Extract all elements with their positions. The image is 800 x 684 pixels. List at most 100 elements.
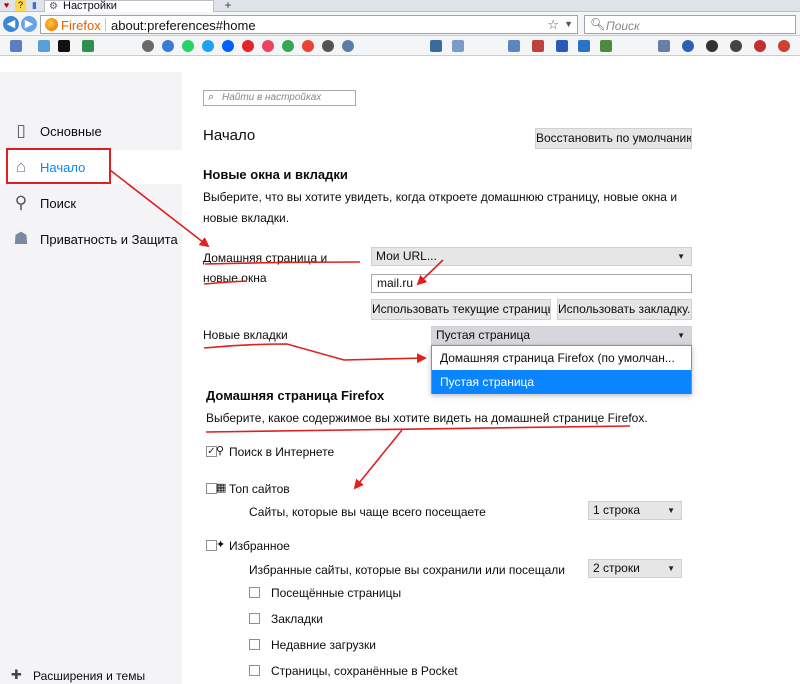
chevron-down-icon: ▼ — [677, 252, 685, 261]
tab-settings[interactable]: ⚙ Настройки — [44, 0, 214, 12]
bookmark-extra-8-icon[interactable] — [658, 40, 670, 52]
mask-icon: ☗ — [13, 229, 29, 248]
chevron-down-icon: ▼ — [667, 506, 675, 515]
search-icon: 🔍︎ — [590, 17, 606, 31]
magnifier-icon: ⚲ — [14, 193, 28, 212]
section-description: Выберите, что вы хотите увидеть, когда о… — [203, 190, 678, 225]
highlights-rows-select[interactable]: 2 строки ▼ — [588, 559, 682, 578]
bookmark-15-icon[interactable] — [342, 40, 354, 52]
nav-bar: ◀ ▶ Firefox about:preferences#home ☆ ▼ 🔍… — [0, 12, 800, 36]
bookmark-10-icon[interactable] — [242, 40, 254, 52]
firefox-logo-icon — [45, 18, 58, 31]
bookmarks-toolbar — [0, 36, 800, 56]
new-tabs-dropdown: Домашняя страница Firefox (по умолчан...… — [431, 345, 692, 394]
visited-pages-checkbox[interactable] — [249, 587, 260, 598]
pocket-pages-label: Страницы, сохранённые в Pocket — [271, 664, 458, 678]
section-heading: Домашняя страница Firefox — [206, 388, 385, 403]
bookmarks-label: Закладки — [271, 612, 323, 626]
sidebar-item-home[interactable]: ⌂ Начало — [0, 150, 182, 184]
bookmark-7-icon[interactable] — [182, 40, 194, 52]
highlights-description: Избранные сайты, которые вы сохранили ил… — [249, 563, 565, 577]
back-button[interactable]: ◀ — [3, 16, 19, 32]
gear-icon: ⚙ — [49, 1, 58, 12]
find-in-settings-input[interactable]: ⌕ Найти в настройках — [203, 90, 356, 106]
phone-icon: ▯ — [16, 121, 26, 140]
heart-icon[interactable]: ♥ — [1, 0, 12, 11]
section-heading: Новые окна и вкладки — [203, 167, 348, 182]
new-tabs-label: Новые вкладки — [203, 328, 288, 342]
bookmark-extra-9-icon[interactable] — [682, 40, 694, 52]
new-tabs-select[interactable]: Пустая страница ▼ — [431, 326, 692, 345]
forward-button[interactable]: ▶ — [21, 16, 37, 32]
bookmarks-checkbox[interactable] — [249, 613, 260, 624]
bookmark-9-icon[interactable] — [222, 40, 234, 52]
bookmark-13-icon[interactable] — [302, 40, 314, 52]
homepage-url-input[interactable]: mail.ru — [371, 274, 692, 293]
sidebar-item-label: Поиск — [40, 196, 77, 211]
recent-downloads-label: Недавние загрузки — [271, 638, 377, 652]
bookmark-extra-4-icon[interactable] — [532, 40, 544, 52]
sidebar-item-general[interactable]: ▯ Основные — [0, 114, 182, 148]
homepage-select[interactable]: Мои URL... ▼ — [371, 247, 692, 266]
url-identity: Firefox — [61, 18, 101, 33]
bookmark-extra-5-icon[interactable] — [556, 40, 568, 52]
dropdown-option-firefox-home[interactable]: Домашняя страница Firefox (по умолчан... — [432, 346, 691, 370]
sidebar-item-label: Расширения и темы — [33, 669, 146, 683]
pocket-pages-checkbox[interactable] — [249, 665, 260, 676]
url-text[interactable]: about:preferences#home — [111, 18, 256, 33]
pin-icon[interactable]: ▮ — [29, 0, 40, 11]
bookmark-2-icon[interactable] — [38, 40, 50, 52]
recent-downloads-checkbox[interactable] — [249, 639, 260, 650]
sidebar-item-privacy[interactable]: ☗ Приватность и Защита — [0, 222, 182, 256]
top-sites-label: Топ сайтов — [229, 482, 290, 496]
bookmark-extra-3-icon[interactable] — [508, 40, 520, 52]
use-bookmark-button[interactable]: Использовать закладку... — [557, 299, 692, 320]
bookmark-extra-1-icon[interactable] — [430, 40, 442, 52]
url-bar[interactable]: Firefox about:preferences#home ☆ ▼ — [40, 15, 578, 34]
chevron-down-icon[interactable]: ▼ — [564, 19, 573, 29]
bookmark-1-icon[interactable] — [10, 40, 22, 52]
web-search-label: Поиск в Интернете — [229, 445, 335, 459]
find-placeholder: Найти в настройках — [222, 92, 322, 103]
bookmark-3-icon[interactable] — [58, 40, 70, 52]
homepage-label: Домашняя страница и новые окна — [203, 251, 328, 285]
visited-pages-label: Посещённые страницы — [271, 586, 402, 600]
new-tabs-select-value: Пустая страница — [436, 328, 531, 342]
section-description: Выберите, какое содержимое вы хотите вид… — [206, 411, 648, 425]
bookmark-14-icon[interactable] — [322, 40, 334, 52]
bookmark-12-icon[interactable] — [282, 40, 294, 52]
bookmark-extra-6-icon[interactable] — [578, 40, 590, 52]
sidebar-item-label: Начало — [40, 160, 86, 175]
highlights-label: Избранное — [229, 539, 290, 553]
sidebar-item-search[interactable]: ⚲ Поиск — [0, 186, 182, 220]
bookmark-4-icon[interactable] — [82, 40, 94, 52]
bookmark-extra-12-icon[interactable] — [754, 40, 766, 52]
sidebar-item-extensions[interactable]: ✚ Расширения и темы — [0, 664, 182, 684]
bookmark-extra-13-icon[interactable] — [778, 40, 790, 52]
search-bar[interactable]: 🔍︎ Поиск — [584, 15, 796, 34]
sidebar-item-label: Приватность и Защита — [40, 232, 178, 247]
preferences-page: ▯ Основные ⌂ Начало ⚲ Поиск ☗ Приватност… — [0, 57, 800, 684]
dropdown-option-blank-page[interactable]: Пустая страница — [432, 370, 691, 394]
restore-defaults-button[interactable]: Восстановить по умолчанию — [535, 128, 692, 149]
bookmark-6-icon[interactable] — [162, 40, 174, 52]
top-sites-description: Сайты, которые вы чаще всего посещаете — [249, 505, 486, 519]
bookmark-11-icon[interactable] — [262, 40, 274, 52]
bookmark-extra-7-icon[interactable] — [600, 40, 612, 52]
grid-icon: ▦ — [216, 482, 227, 494]
url-separator — [105, 18, 106, 31]
bookmark-extra-2-icon[interactable] — [452, 40, 464, 52]
help-icon[interactable]: ? — [15, 0, 26, 11]
search-icon: ⌕ — [208, 91, 215, 103]
bookmark-8-icon[interactable] — [202, 40, 214, 52]
bookmark-star-icon[interactable]: ☆ — [547, 17, 559, 33]
home-icon: ⌂ — [15, 157, 27, 176]
bookmark-5-icon[interactable] — [142, 40, 154, 52]
bookmark-extra-10-icon[interactable] — [706, 40, 718, 52]
use-current-pages-button[interactable]: Использовать текущие страницы — [371, 299, 551, 320]
bookmark-extra-11-icon[interactable] — [730, 40, 742, 52]
top-sites-rows-select[interactable]: 1 строка ▼ — [588, 501, 682, 520]
homepage-select-value: Мои URL... — [376, 249, 437, 263]
page-title: Начало — [203, 127, 256, 144]
new-tab-button[interactable]: + — [220, 0, 236, 11]
